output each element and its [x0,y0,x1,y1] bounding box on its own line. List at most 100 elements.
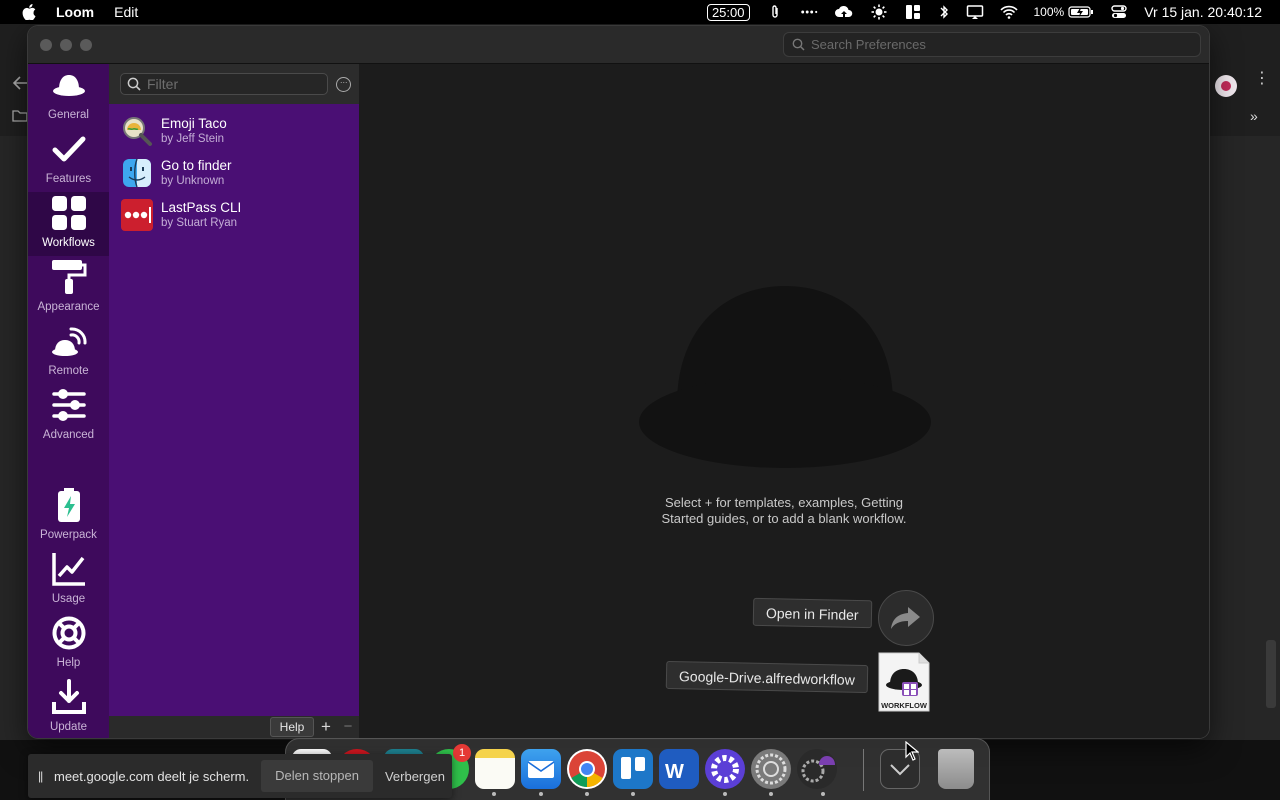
mouse-cursor-icon [905,741,919,761]
sidebar-item-usage[interactable]: Usage [28,548,109,612]
search-icon [127,77,141,91]
alfred-hat-icon [639,286,931,468]
app-name-menu[interactable]: Loom [56,4,94,20]
filter-field[interactable] [120,73,328,95]
empty-state-line: Select + for templates, examples, Gettin… [664,495,904,510]
running-indicator [492,792,496,796]
dragged-filename-label: Google-Drive.alfredworkflow [665,660,869,694]
battery-bolt-icon [57,488,80,522]
hat-icon [52,75,85,96]
help-button[interactable]: Help [270,717,314,737]
sidebar-item-label: General [48,109,89,121]
finder-icon [123,158,151,188]
dock-separator [863,749,864,791]
battery-icon[interactable] [1068,4,1094,20]
workflow-item-go-to-finder[interactable]: Go to finder by Unknown [109,152,359,194]
minimize-window-button[interactable] [60,39,72,51]
workflow-name: Go to finder [161,158,232,173]
preferences-search-input[interactable] [811,37,1191,52]
dock-alfred-icon[interactable] [705,749,745,789]
sidebar-item-label: Features [45,173,92,185]
control-center-icon[interactable] [1110,4,1128,20]
add-workflow-button[interactable]: + [316,717,336,737]
preferences-search[interactable] [783,32,1201,57]
sidebar-item-general[interactable]: General [28,64,109,128]
paperclip-icon[interactable] [766,4,784,20]
word-icon: W [665,761,684,783]
workflow-author: by Unknown [161,175,225,187]
dock-alfred-preferences-icon[interactable] [797,749,837,789]
sidebar-item-advanced[interactable]: Advanced [28,384,109,448]
grid-icon [51,196,86,230]
dock-notes-icon[interactable] [475,749,515,789]
share-arrow-icon [891,607,920,629]
clock[interactable]: Vr 15 jan. 20:40:12 [1144,4,1262,20]
cloud-upload-icon[interactable] [834,4,854,20]
running-indicator [631,792,635,796]
display-icon[interactable] [966,4,984,20]
gear-icon [755,753,787,785]
checkmark-icon [52,136,85,162]
dots-icon[interactable] [800,4,818,20]
lifebuoy-icon [52,616,85,650]
stop-sharing-button[interactable]: Delen stoppen [261,760,373,792]
chrome-icon [569,751,605,787]
chart-icon [51,553,85,586]
bluetooth-icon[interactable] [938,4,950,20]
download-icon [51,679,86,714]
brightness-icon[interactable] [870,4,888,20]
envelope-icon [527,761,555,778]
wifi-icon[interactable] [999,4,1018,20]
workflow-item-lastpass-cli[interactable]: LastPass CLI by Stuart Ryan [109,194,359,236]
filter-input[interactable] [147,76,317,92]
apple-icon[interactable] [22,4,36,20]
dock-system-preferences-icon[interactable] [751,749,791,789]
workflow-author: by Jeff Stein [161,133,225,145]
sidebar-item-label: Help [56,657,81,669]
close-window-button[interactable] [40,39,52,51]
browser-menu-icon[interactable]: ⋮ [1254,71,1270,87]
workflow-file-icon[interactable]: WORKFLOW [878,652,930,712]
more-options-icon[interactable]: ··· [336,77,351,92]
svg-text:W: W [665,761,684,783]
avatar[interactable] [1215,75,1237,97]
edit-menu[interactable]: Edit [114,4,138,20]
dock-mail-icon[interactable] [521,749,561,789]
dock-trash-icon[interactable] [938,749,974,789]
layout-icon[interactable] [904,4,922,20]
remote-icon [51,327,87,356]
paint-roller-icon [51,260,86,294]
dock-word-icon[interactable]: W [659,749,699,789]
alfred-preferences-window: General Features Workflows Appearance Re… [28,26,1209,738]
timer-display[interactable]: 25:00 [706,3,750,21]
folder-icon[interactable] [12,110,28,122]
sidebar-item-powerpack[interactable]: Powerpack [28,484,109,548]
sidebar-item-remote[interactable]: Remote [28,320,109,384]
bookmarks-overflow-icon[interactable]: » [1250,108,1258,124]
dock-trello-icon[interactable] [613,749,653,789]
remove-workflow-button[interactable]: − [338,717,358,737]
pause-icon[interactable]: || [38,769,52,783]
sidebar-item-appearance[interactable]: Appearance [28,256,109,320]
browser-scrollbar[interactable] [1266,640,1276,708]
taco-magnifier-icon [123,117,152,146]
screen-share-bar: || meet.google.com deelt je scherm. Dele… [28,754,452,798]
sidebar-item-features[interactable]: Features [28,128,109,192]
sidebar-item-label: Remote [48,365,89,377]
dock-chrome-icon[interactable] [567,749,607,789]
hide-button[interactable]: Verbergen [385,769,445,784]
sidebar-item-workflows[interactable]: Workflows [28,192,109,256]
sidebar-item-help[interactable]: Help [28,612,109,676]
share-status-text: meet.google.com deelt je scherm. [54,768,250,784]
sidebar-item-label: Usage [51,593,86,605]
sidebar-item-label: Workflows [42,237,95,249]
search-icon [792,38,805,51]
workflow-editor-area: Select + for templates, examples, Gettin… [359,64,1209,738]
share-arrow-button[interactable] [878,590,934,646]
workflow-item-emoji-taco[interactable]: Emoji Taco by Jeff Stein [109,110,359,152]
preferences-sidebar: General Features Workflows Appearance Re… [28,64,109,738]
battery-percentage: 100% [1033,5,1065,19]
sidebar-item-update[interactable]: Update [28,676,109,738]
zoom-window-button[interactable] [80,39,92,51]
title-bar [28,26,1209,64]
